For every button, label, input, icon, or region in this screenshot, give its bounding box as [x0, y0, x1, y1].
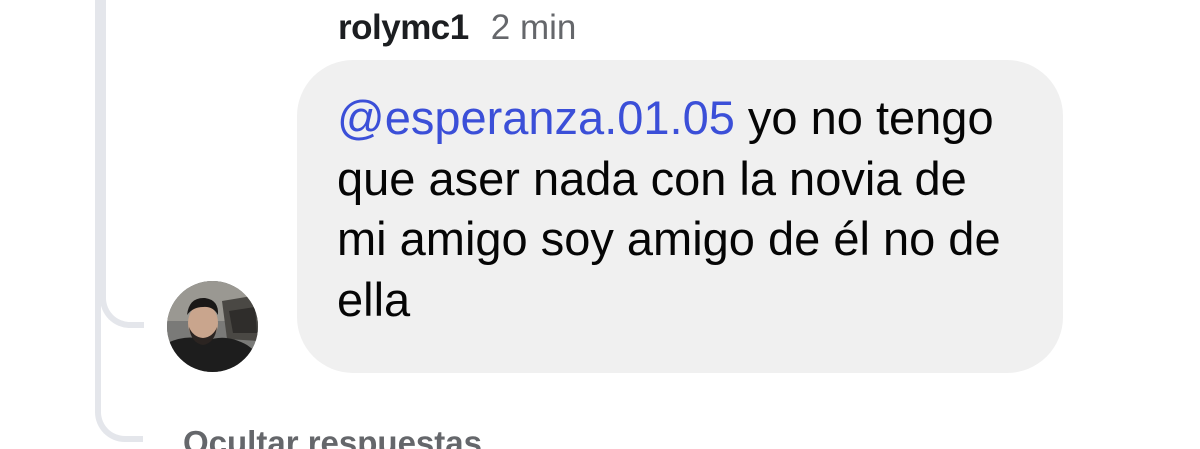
comment-bubble: @esperanza.01.05 yo no tengo que aser na… [297, 60, 1063, 373]
avatar[interactable] [167, 281, 258, 372]
comment-header: rolymc1 2 min [338, 8, 576, 48]
comment-thread: rolymc1 2 min @esperanza.01.05 yo no ten… [0, 0, 1200, 449]
thread-connector-inner [100, 0, 144, 328]
avatar-photo [167, 281, 258, 372]
hide-replies-button[interactable]: Ocultar respuestas [183, 424, 482, 449]
mention-link[interactable]: @esperanza.01.05 [337, 91, 735, 144]
comment-timestamp[interactable]: 2 min [491, 8, 577, 48]
comment-author-link[interactable]: rolymc1 [338, 8, 469, 48]
comment-text: @esperanza.01.05 yo no tengo que aser na… [337, 88, 1017, 330]
